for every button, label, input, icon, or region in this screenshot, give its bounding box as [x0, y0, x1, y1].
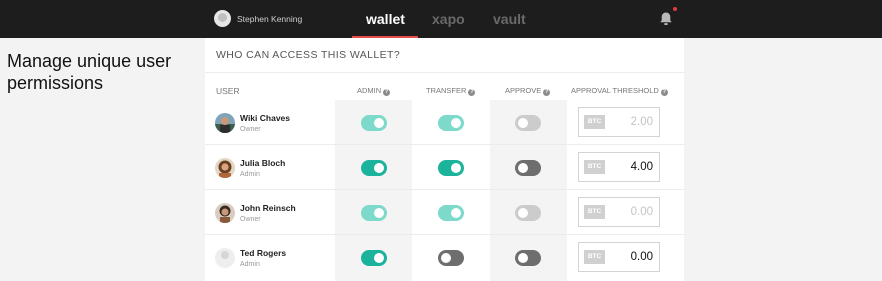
wallet-access-panel: WHO CAN ACCESS THIS WALLET? USER ADMIN? … — [205, 38, 684, 281]
tab-vault[interactable]: vault — [493, 11, 526, 27]
user-row: Julia Bloch Admin BTC 4.00 — [205, 145, 684, 190]
user-name: John Reinsch — [240, 203, 296, 213]
threshold-input[interactable]: BTC 4.00 — [578, 152, 660, 182]
user-name: Stephen Kenning — [237, 13, 303, 24]
column-header-user: USER — [216, 86, 240, 96]
threshold-input[interactable]: BTC 0.00 — [578, 197, 660, 227]
btc-badge: BTC — [584, 250, 605, 264]
admin-toggle[interactable] — [361, 115, 387, 131]
user-name: Wiki Chaves — [240, 113, 290, 123]
transfer-toggle[interactable] — [438, 115, 464, 131]
threshold-help-icon[interactable]: ? — [660, 89, 668, 96]
top-navigation-bar: Stephen Kenning wallet xapo vault — [0, 0, 882, 38]
threshold-value: 4.00 — [630, 161, 653, 173]
user-role: Admin — [240, 171, 260, 178]
avatar — [215, 113, 235, 133]
title-divider — [205, 72, 684, 73]
panel-title: WHO CAN ACCESS THIS WALLET? — [216, 49, 401, 61]
transfer-toggle[interactable] — [438, 160, 464, 176]
btc-badge: BTC — [584, 115, 605, 129]
column-header-approve: APPROVE? — [505, 86, 551, 96]
approve-help-icon[interactable]: ? — [543, 89, 551, 96]
column-header-admin: ADMIN? — [357, 86, 391, 96]
user-row: Wiki Chaves Owner BTC 2.00 — [205, 100, 684, 145]
side-caption: Manage unique user permissions — [7, 51, 172, 93]
admin-toggle[interactable] — [361, 205, 387, 221]
btc-badge: BTC — [584, 205, 605, 219]
user-name: Ted Rogers — [240, 248, 287, 258]
threshold-input[interactable]: BTC 0.00 — [578, 242, 660, 272]
transfer-help-icon[interactable]: ? — [468, 89, 476, 96]
avatar — [215, 248, 235, 268]
notification-dot — [673, 7, 677, 11]
user-role: Owner — [240, 126, 261, 133]
user-avatar — [214, 10, 231, 27]
approve-toggle[interactable] — [515, 160, 541, 176]
admin-help-icon[interactable]: ? — [383, 89, 391, 96]
user-role: Owner — [240, 216, 261, 223]
current-user[interactable]: Stephen Kenning — [214, 10, 302, 27]
threshold-value: 2.00 — [630, 116, 653, 128]
user-row: Ted Rogers Admin BTC 0.00 — [205, 235, 684, 280]
notification-bell-icon[interactable] — [659, 11, 673, 26]
tab-xapo[interactable]: xapo — [432, 11, 465, 27]
admin-toggle[interactable] — [361, 160, 387, 176]
approve-toggle[interactable] — [515, 115, 541, 131]
user-name: Julia Bloch — [240, 158, 286, 168]
approve-toggle[interactable] — [515, 205, 541, 221]
avatar — [215, 203, 235, 223]
admin-toggle[interactable] — [361, 250, 387, 266]
threshold-input[interactable]: BTC 2.00 — [578, 107, 660, 137]
transfer-toggle[interactable] — [438, 250, 464, 266]
column-header-transfer: TRANSFER? — [426, 86, 476, 96]
threshold-value: 0.00 — [630, 251, 653, 263]
user-row: John Reinsch Owner BTC 0.00 — [205, 190, 684, 235]
user-role: Admin — [240, 261, 260, 268]
threshold-value: 0.00 — [630, 206, 653, 218]
btc-badge: BTC — [584, 160, 605, 174]
approve-toggle[interactable] — [515, 250, 541, 266]
tab-wallet[interactable]: wallet — [366, 11, 405, 27]
transfer-toggle[interactable] — [438, 205, 464, 221]
avatar — [215, 158, 235, 178]
column-header-threshold: APPROVAL THRESHOLD? — [571, 86, 668, 96]
